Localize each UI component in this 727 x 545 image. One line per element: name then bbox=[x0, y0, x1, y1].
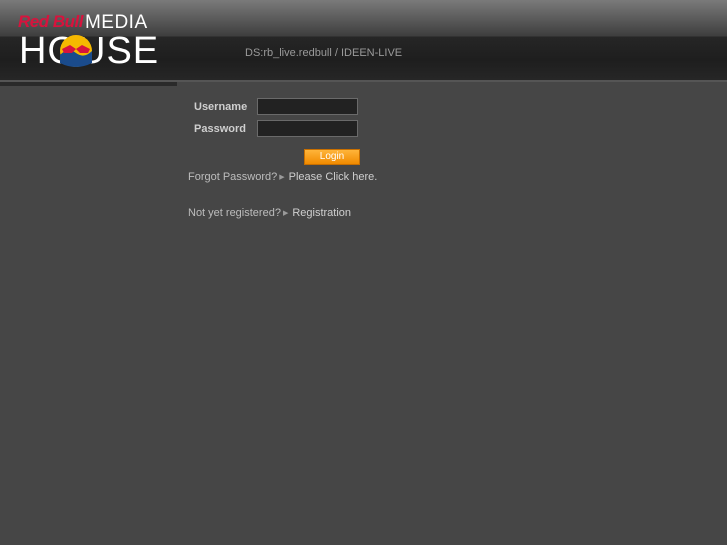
password-input[interactable] bbox=[257, 120, 358, 137]
red-bull-icon bbox=[60, 35, 92, 67]
password-label: Password bbox=[194, 123, 246, 135]
registration-row: Not yet registered? ▶ Registration bbox=[188, 207, 351, 219]
forgot-password-link[interactable]: Please Click here. bbox=[289, 171, 378, 183]
red-bull-media-house-logo[interactable]: Red BullMEDIA HOUSE bbox=[18, 12, 160, 72]
login-button[interactable]: Login bbox=[304, 149, 360, 165]
arrow-right-icon: ▶ bbox=[282, 210, 289, 217]
header-accent-bar bbox=[0, 82, 177, 86]
username-input[interactable] bbox=[257, 98, 358, 115]
registration-link[interactable]: Registration bbox=[292, 207, 351, 219]
arrow-right-icon: ▶ bbox=[279, 174, 285, 181]
page: Red BullMEDIA HOUSE DS:rb_live.redbull /… bbox=[0, 0, 727, 545]
logo-brand-text: Red Bull bbox=[18, 12, 83, 31]
forgot-password-row: Forgot Password? ▶ Please Click here. bbox=[188, 171, 377, 183]
forgot-password-text: Forgot Password? bbox=[188, 171, 278, 183]
data-source-label: DS:rb_live.redbull / IDEEN-LIVE bbox=[245, 47, 403, 59]
not-registered-text: Not yet registered? bbox=[188, 207, 281, 219]
header: Red BullMEDIA HOUSE DS:rb_live.redbull /… bbox=[0, 0, 727, 82]
username-label: Username bbox=[194, 101, 248, 113]
